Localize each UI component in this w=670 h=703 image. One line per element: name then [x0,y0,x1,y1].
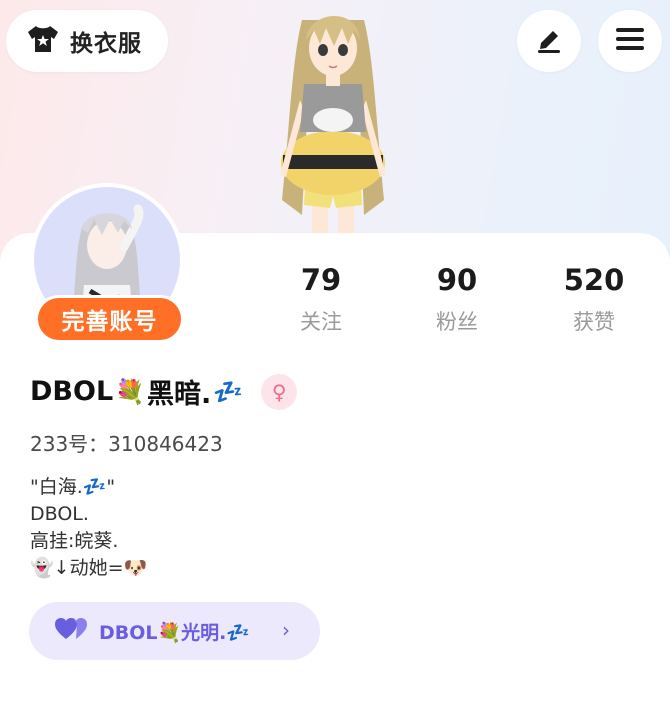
bouquet-emoji: 💐 [115,377,146,406]
bio-line: 👻↓动她=🐶 [30,557,148,579]
likes-stat[interactable]: 520 获赞 [539,262,649,336]
chevron-right-icon: › [282,618,290,642]
change-outfit-label: 换衣服 [70,31,142,57]
username-prefix: DBOL [30,376,114,407]
username-row: DBOL 💐 黑暗. 💤 ♀ [30,372,298,411]
user-id[interactable]: 233号：310846423 [30,428,223,457]
gender-symbol: ♀ [271,379,287,404]
cp-link-button[interactable]: DBOL💐光明.💤 › [29,602,320,660]
edit-profile-button[interactable] [517,10,581,72]
bio-line: 高挂:皖葵. [30,530,119,552]
shirt-icon [26,24,60,58]
fans-label: 粉丝 [436,310,478,334]
following-label: 关注 [300,310,342,334]
bio-line: DBOL. [30,503,89,525]
cp-link-label: DBOL💐光明.💤 [99,621,251,644]
likes-count: 520 [563,263,625,297]
zzz-emoji: 💤 [213,377,244,406]
following-count: 79 [300,263,342,297]
following-stat[interactable]: 79 关注 [266,262,376,336]
pencil-icon [534,24,564,58]
fans-count: 90 [436,263,478,297]
username-suffix: 黑暗. [147,379,212,410]
avatar-3d-character[interactable] [262,0,404,236]
likes-label: 获赞 [573,310,615,334]
hamburger-menu-icon [615,26,645,56]
double-heart-icon [55,617,87,645]
fans-stat[interactable]: 90 粉丝 [402,262,512,336]
complete-account-button[interactable]: 完善账号 [35,295,184,343]
menu-button[interactable] [598,10,662,72]
change-outfit-button[interactable]: 换衣服 [6,10,168,72]
bio-line: "白海.💤" [30,476,116,498]
bio: "白海.💤" DBOL. 高挂:皖葵. 👻↓动她=🐶 [30,474,147,582]
female-gender-icon: ♀ [261,373,298,410]
